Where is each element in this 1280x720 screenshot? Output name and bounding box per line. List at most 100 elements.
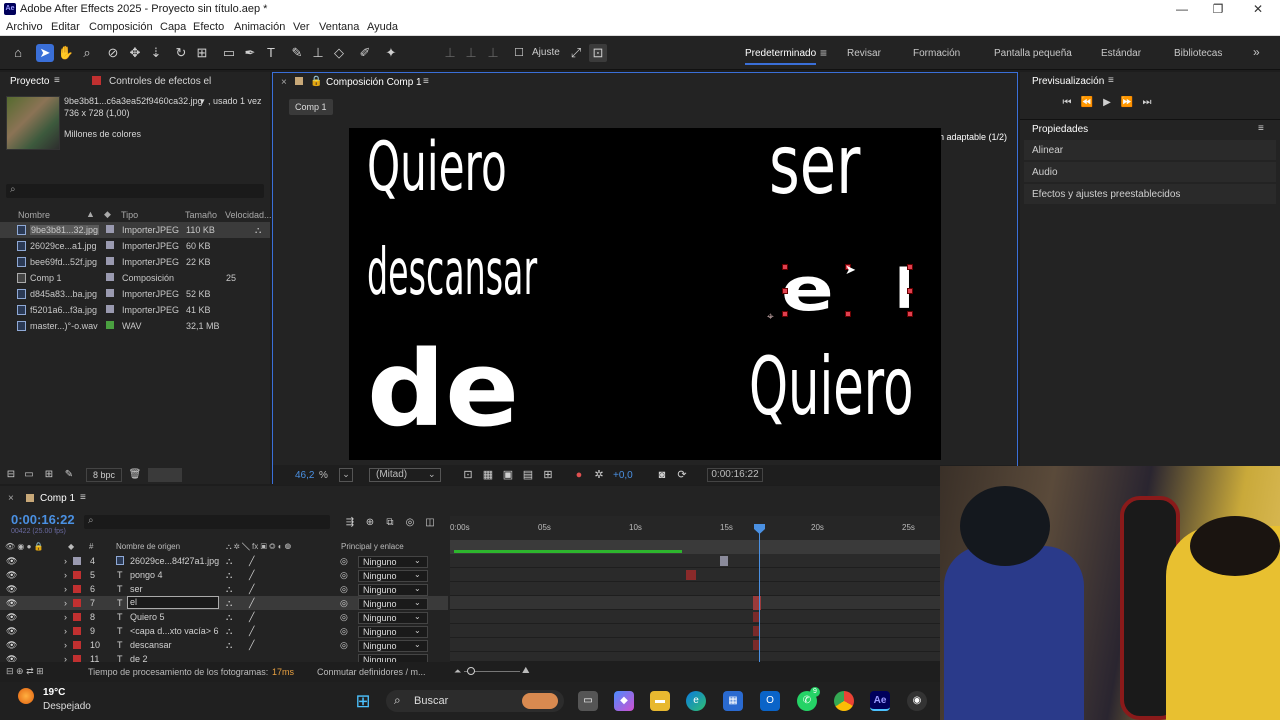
expand-chevron-icon[interactable]: › <box>64 584 67 594</box>
shy-switch-icon[interactable]: ⛬ <box>226 584 232 595</box>
layer-row[interactable]: 👁 › 5 T pongo 4 ⛬ ╱ ◎ Ninguno ⌄ <box>0 568 448 582</box>
thumbnail-transparency-toggle[interactable] <box>148 468 182 482</box>
orbit-camera-icon[interactable]: ⊘ <box>104 44 122 62</box>
show-snapshot-icon[interactable]: ⟳ <box>673 466 691 484</box>
lock-icon[interactable]: 🔒 <box>310 76 322 87</box>
layer-name[interactable]: pongo 4 <box>130 570 163 580</box>
playhead-line[interactable] <box>759 526 760 662</box>
exposure-reset-icon[interactable]: ✲ <box>590 466 608 484</box>
color-channels-icon[interactable]: ● <box>570 466 588 484</box>
tab-composicion[interactable]: Composición Comp 1 <box>326 77 422 88</box>
layer-track[interactable] <box>450 596 940 610</box>
project-item[interactable]: 26029ce...a1.jpg ImporterJPEG 60 KB <box>0 238 270 254</box>
tab-effect-controls[interactable]: Controles de efectos el <box>109 76 211 87</box>
tab-timeline-comp[interactable]: Comp 1 <box>40 493 75 504</box>
pickwhip-icon[interactable]: ◎ <box>340 612 348 623</box>
obs-icon[interactable]: ◉ <box>907 691 927 711</box>
selection-handle[interactable] <box>782 311 788 317</box>
visibility-eye-icon[interactable]: 👁 <box>6 598 17 609</box>
project-item[interactable]: Comp 1 Composición 25 <box>0 270 270 286</box>
layer-name[interactable]: ser <box>130 584 143 594</box>
project-item[interactable]: master...)°-o.wav WAV 32,1 MB <box>0 318 270 334</box>
visibility-eye-icon[interactable]: 👁 <box>6 654 17 662</box>
pickwhip-icon[interactable]: ◎ <box>340 584 348 595</box>
text-ser[interactable]: ser <box>769 128 860 213</box>
play-icon[interactable]: ▶ <box>1098 94 1116 112</box>
file-explorer-icon[interactable]: ▬ <box>650 691 670 711</box>
menu-ver[interactable]: Ver <box>293 21 310 33</box>
axis-local-icon[interactable]: ⊥ <box>441 44 459 62</box>
expand-chevron-icon[interactable]: › <box>64 654 67 662</box>
store-icon[interactable]: ▦ <box>723 691 743 711</box>
draft-3d-icon[interactable]: ⊕ <box>361 514 379 532</box>
region-of-interest-icon[interactable]: ⊡ <box>459 466 477 484</box>
layer-label-swatch[interactable] <box>73 627 81 635</box>
transparency-grid-icon[interactable]: ▦ <box>479 466 497 484</box>
axis-world-icon[interactable]: ⊥ <box>462 44 480 62</box>
label-tag-icon[interactable]: ◆ <box>104 209 111 220</box>
project-item[interactable]: f5201a6...f3a.jpg ImporterJPEG 41 KB <box>0 302 270 318</box>
workspace-formacion[interactable]: Formación <box>913 48 960 59</box>
pickwhip-icon[interactable]: ◎ <box>340 626 348 637</box>
panel-menu-icon[interactable]: ≡ <box>80 492 86 503</box>
current-time[interactable]: 0:00:16:22 <box>11 512 75 527</box>
workspace-revisar[interactable]: Revisar <box>847 48 881 59</box>
project-settings-icon[interactable]: ✎ <box>60 466 78 484</box>
close-icon[interactable]: ✕ <box>1248 2 1268 16</box>
text-quiero-bottom[interactable]: Quiero <box>749 340 913 433</box>
menu-ventana[interactable]: Ventana <box>319 21 359 33</box>
first-frame-icon[interactable]: ⏮ <box>1058 94 1076 112</box>
frame-blending-icon[interactable]: ◎ <box>401 514 419 532</box>
zoom-value[interactable]: 46,2 <box>295 470 314 481</box>
col-type[interactable]: Tipo <box>121 210 138 220</box>
windows-start-icon[interactable]: ⊞ <box>353 691 373 711</box>
visibility-eye-icon[interactable]: 👁 <box>6 612 17 623</box>
zoom-out-icon[interactable]: ⏶ <box>454 666 461 677</box>
work-area-bar[interactable] <box>450 540 940 554</box>
anchor-point-icon[interactable]: ⌖ <box>767 309 774 324</box>
menu-animacion[interactable]: Animación <box>234 21 285 33</box>
selection-handle[interactable] <box>782 264 788 270</box>
section-efectos[interactable]: Efectos y ajustes preestablecidos <box>1024 184 1276 204</box>
project-search-input[interactable]: ⌕ <box>6 184 264 198</box>
selection-handle[interactable] <box>845 311 851 317</box>
shy-switch-icon[interactable]: ⛬ <box>226 626 232 637</box>
layer-name[interactable]: 26029ce...84f27a1.jpg <box>130 556 219 566</box>
workspace-pantalla-pequena[interactable]: Pantalla pequeña <box>994 48 1072 59</box>
eraser-tool-icon[interactable]: ◇ <box>330 44 348 62</box>
shy-switch-icon[interactable]: ⛬ <box>226 612 232 623</box>
edge-icon[interactable]: e <box>686 691 706 711</box>
type-tool-icon[interactable]: T <box>262 44 280 62</box>
layer-name[interactable]: Quiero 5 <box>130 612 165 622</box>
zoom-slider-thumb[interactable] <box>467 667 475 675</box>
text-quiero-top[interactable]: Quiero <box>367 128 507 207</box>
pan-camera-icon[interactable]: ✥ <box>126 44 144 62</box>
workspace-bibliotecas[interactable]: Bibliotecas <box>1174 48 1222 59</box>
mask-visibility-icon[interactable]: ▣ <box>499 466 517 484</box>
shy-switch-icon[interactable]: ⛬ <box>226 556 232 567</box>
layer-label-swatch[interactable] <box>73 613 81 621</box>
expand-chevron-icon[interactable]: › <box>64 612 67 622</box>
minimize-icon[interactable]: — <box>1172 2 1192 16</box>
selection-tool-icon[interactable]: ➤ <box>36 44 54 62</box>
layer-duration-bar[interactable] <box>720 556 728 566</box>
quality-switch-icon[interactable]: ╱ <box>249 612 254 623</box>
snap-checkbox-icon[interactable]: ☐ <box>510 44 528 62</box>
section-audio[interactable]: Audio <box>1024 162 1276 182</box>
composition-canvas[interactable]: Quiero descansar de ser e l Quiero ⌖ ➤ <box>349 128 941 460</box>
toggle-switches-modes[interactable]: Conmutar definidores / m... <box>317 667 426 677</box>
parent-select[interactable]: Ninguno <box>358 654 428 662</box>
shy-switch-icon[interactable]: ⛬ <box>226 570 232 581</box>
exposure-value[interactable]: +0,0 <box>613 470 633 481</box>
task-view-icon[interactable]: ▭ <box>578 691 598 711</box>
panel-menu-icon[interactable]: ≡ <box>54 75 60 86</box>
outlook-icon[interactable]: O <box>760 691 780 711</box>
guides-icon[interactable]: ▤ <box>519 466 537 484</box>
selection-handle[interactable] <box>782 288 788 294</box>
layer-track[interactable] <box>450 582 940 596</box>
col-size[interactable]: Tamaño <box>185 210 217 220</box>
layer-row[interactable]: 👁 › 6 T ser ⛬ ╱ ◎ Ninguno ⌄ <box>0 582 448 596</box>
pickwhip-icon[interactable]: ◎ <box>340 556 348 567</box>
layer-track[interactable] <box>450 568 940 582</box>
anchor-tool-icon[interactable]: ⊞ <box>193 44 211 62</box>
